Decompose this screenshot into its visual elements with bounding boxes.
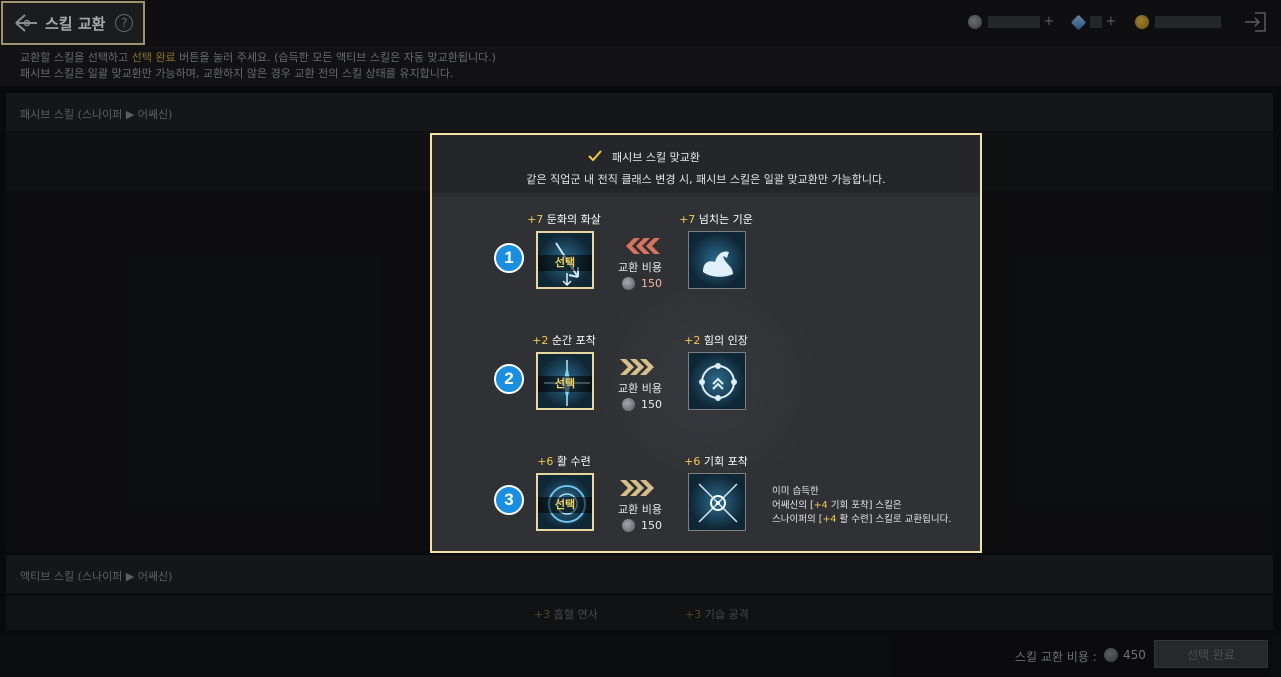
silver-coin-icon (622, 277, 635, 290)
swap-arrows-icon (620, 359, 654, 375)
swap-row-2: 2 +2 순간 포착 선택 교환 비용 150 +2 힘의 인장 (432, 328, 980, 438)
opportunity-skill-icon[interactable] (688, 473, 746, 531)
select-label: 선택 (538, 255, 592, 271)
silver-coin-icon (622, 519, 635, 532)
silver-coin-icon (622, 398, 635, 411)
target-skill-name: +7 넘치는 기운 (679, 213, 753, 226)
row-number-badge: 3 (494, 485, 524, 515)
row-number-badge: 1 (494, 243, 524, 273)
popup-body: 1 +7 둔화의 화살 선택 교환 비용 150 +7 넘치는 기운 2 +2 … (432, 197, 980, 551)
passive-swap-checkbox-label[interactable]: 패시브 스킬 맞교환 (612, 149, 700, 165)
select-label: 선택 (538, 376, 592, 392)
crosshair-skill-icon[interactable]: 선택 (536, 352, 594, 410)
swap-note: 이미 습득한 어쌔신의 [+4 기회 포착] 스킬은 스나이퍼의 [+4 활 수… (772, 486, 952, 525)
checkmark-icon[interactable] (586, 147, 604, 165)
popup-header: 패시브 스킬 맞교환 같은 직업군 내 전직 클래스 변경 시, 패시브 스킬은… (432, 135, 980, 193)
target-skill-name: +2 힘의 인장 (684, 334, 748, 347)
target-skill-name: +6 기회 포착 (684, 455, 748, 468)
row-number-badge: 2 (494, 364, 524, 394)
muscle-skill-icon[interactable] (688, 231, 746, 289)
swap-arrows-icon (620, 480, 654, 496)
swap-row-1: 1 +7 둔화의 화살 선택 교환 비용 150 +7 넘치는 기운 (432, 207, 980, 317)
select-label: 선택 (538, 497, 592, 513)
cost-title: 교환 비용 (618, 382, 662, 395)
swap-arrows-icon (626, 238, 660, 254)
popup-description: 같은 직업군 내 전직 클래스 변경 시, 패시브 스킬은 일괄 맞교환만 가능… (526, 173, 886, 186)
arrow-skill-icon[interactable]: 선택 (536, 231, 594, 289)
source-skill-name: +7 둔화의 화살 (527, 213, 601, 226)
passive-swap-popup: 패시브 스킬 맞교환 같은 직업군 내 전직 클래스 변경 시, 패시브 스킬은… (430, 133, 982, 553)
cost-line: 150 (622, 398, 662, 411)
cost-line: 150 (622, 277, 662, 290)
seal-skill-icon[interactable] (688, 352, 746, 410)
cost-title: 교환 비용 (618, 503, 662, 516)
cost-title: 교환 비용 (618, 261, 662, 274)
source-skill-name: +6 활 수련 (537, 455, 591, 468)
source-skill-name: +2 순간 포착 (532, 334, 596, 347)
cost-line: 150 (622, 519, 662, 532)
bow-training-skill-icon[interactable]: 선택 (536, 473, 594, 531)
